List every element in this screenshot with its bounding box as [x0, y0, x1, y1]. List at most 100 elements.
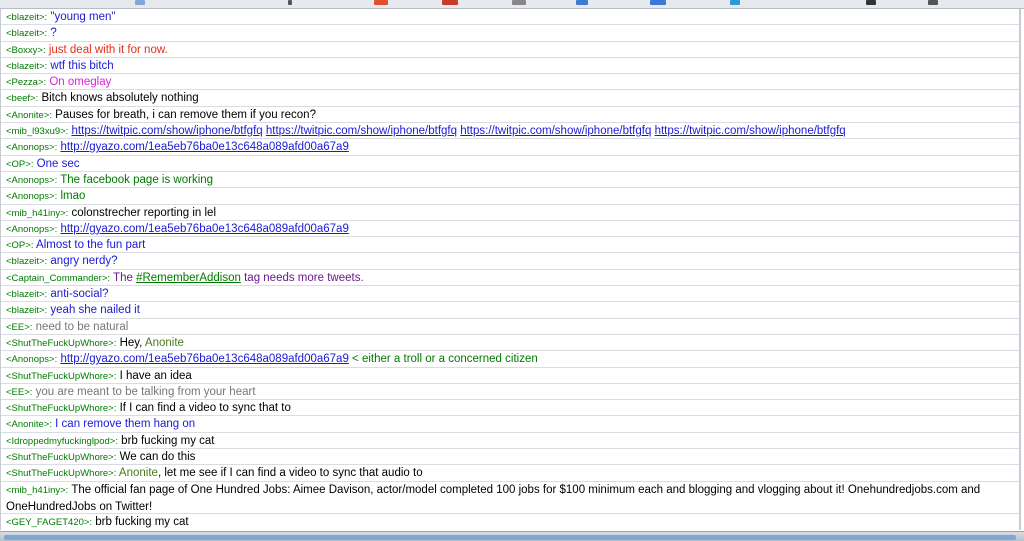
chat-message: <ShutTheFuckUpWhore>: If I can find a vi… — [1, 400, 1019, 417]
toolbar-icon[interactable] — [442, 0, 458, 5]
message-text: need to be natural — [35, 320, 129, 333]
message-nick: <blazeit>: — [6, 60, 48, 72]
hashtag-link[interactable]: #RememberAddison — [136, 272, 241, 284]
nick-mention: Anonite — [144, 336, 184, 349]
chat-message: <mib_h41iny>: colonstrecher reporting in… — [1, 205, 1019, 221]
message-link[interactable]: http://gyazo.com/1ea5eb76ba0e13c648a089a… — [60, 223, 348, 235]
chat-message: <beef>: Bitch knows absolutely nothing — [1, 90, 1019, 107]
chat-message: <Anonops>: lmao — [1, 188, 1019, 205]
message-text: Pauses for breath, i can remove them if … — [55, 108, 316, 121]
message-nick: <mib_l93xu9>: — [6, 126, 69, 138]
message-nick: <Boxxy>: — [6, 44, 46, 56]
toolbar-icon[interactable] — [135, 0, 145, 5]
message-nick: <Anonops>: — [6, 174, 58, 186]
message-text: The official fan page of One Hundred Job… — [6, 483, 981, 513]
chat-log[interactable]: <blazeit>: "young men" <blazeit>: ? <Boxxy… — [0, 9, 1021, 530]
chat-message: <ShutTheFuckUpWhore>: Anonite, let me se… — [1, 465, 1019, 482]
message-nick: <Captain_Commander>: — [6, 272, 111, 284]
chat-message: <mib_h41iny>: The official fan page of O… — [1, 482, 1019, 515]
message-text: The — [113, 271, 137, 284]
chat-message: <Anonops>: http://gyazo.com/1ea5eb76ba0e… — [1, 351, 1019, 368]
chat-message: <Pezza>: On omeglay — [1, 74, 1019, 91]
message-text: Almost to the fun part — [36, 239, 146, 252]
toolbar-icon[interactable] — [650, 0, 666, 5]
message-nick: <Anonops>: — [6, 354, 58, 366]
message-nick: <mib_h41iny>: — [6, 484, 69, 496]
message-nick: <ShutTheFuckUpWhore>: — [6, 468, 117, 480]
message-text: One sec — [36, 157, 80, 170]
message-text: tag needs more tweets. — [240, 271, 364, 284]
toolbar-icon[interactable] — [866, 0, 876, 5]
chat-message: <ShutTheFuckUpWhore>: I have an idea — [1, 368, 1019, 384]
message-text: If I can find a video to sync that to — [119, 402, 291, 415]
message-nick: <blazeit>: — [6, 12, 48, 23]
chat-message: <EE>: you are meant to be talking from y… — [1, 384, 1019, 401]
message-text: just deal with it for now. — [48, 43, 168, 56]
toolbar-icon[interactable] — [730, 0, 740, 5]
chat-message: <EE>: need to be natural — [1, 319, 1019, 335]
message-nick: <Anonite>: — [6, 109, 52, 121]
toolbar-icon[interactable] — [374, 0, 388, 5]
message-text: colonstrecher reporting in lel — [71, 206, 216, 219]
chat-message: <ShutTheFuckUpWhore>: We can do this — [1, 449, 1019, 466]
chat-message: <ShutTheFuckUpWhore>: Hey, Anonite — [1, 335, 1019, 352]
message-nick: <ShutTheFuckUpWhore>: — [6, 337, 117, 349]
chat-message: <Anonops>: http://gyazo.com/1ea5eb76ba0e… — [1, 221, 1019, 238]
message-text: ? — [50, 27, 57, 40]
chat-message: <Idroppedmyfuckinglpod>: brb fucking my … — [1, 433, 1019, 450]
chat-message: <Anonite>: I can remove them hang on — [1, 416, 1019, 433]
toolbar-icon[interactable] — [576, 0, 588, 5]
message-nick: <Idroppedmyfuckinglpod>: — [6, 435, 118, 447]
message-nick: <blazeit>: — [6, 28, 48, 40]
message-nick: <EE>: — [6, 321, 33, 333]
message-link[interactable]: https://twitpic.com/show/iphone/btfgfq — [266, 125, 457, 137]
nick-mention: Anonite — [118, 467, 158, 480]
message-text: I have an idea — [119, 369, 192, 382]
message-text: angry nerdy? — [50, 255, 118, 268]
message-text: lmao — [60, 190, 86, 203]
message-text: < either a troll or a concerned citizen — [348, 353, 538, 366]
message-nick: <EE>: — [6, 386, 33, 398]
message-text: brb fucking my cat — [95, 516, 189, 529]
message-input[interactable] — [4, 535, 1016, 540]
chat-message: <Boxxy>: just deal with it for now. — [1, 42, 1019, 58]
chat-message: <blazeit>: "young men" — [1, 9, 1019, 26]
message-nick: <OP>: — [6, 240, 34, 252]
chat-message: <Anonite>: Pauses for breath, i can remo… — [1, 107, 1019, 124]
message-nick: <Anonops>: — [6, 142, 58, 154]
chat-message: <Captain_Commander>: The #RememberAddiso… — [1, 270, 1019, 287]
message-nick: <blazeit>: — [6, 305, 48, 317]
message-nick: <Anonops>: — [6, 223, 58, 235]
message-nick: <Anonops>: — [6, 191, 58, 203]
chat-message: <blazeit>: angry nerdy? — [1, 253, 1019, 270]
message-text: We can do this — [119, 451, 196, 464]
message-text: Hey, — [119, 336, 145, 349]
toolbar-icon[interactable] — [512, 0, 526, 5]
message-nick: <OP>: — [6, 158, 34, 170]
message-link[interactable]: https://twitpic.com/show/iphone/btfgfq — [72, 125, 263, 137]
message-link[interactable]: https://twitpic.com/show/iphone/btfgfq — [460, 125, 651, 137]
message-nick: <GEY_FAGET420>: — [6, 517, 93, 529]
toolbar-icon[interactable] — [928, 0, 938, 5]
message-nick: <ShutTheFuckUpWhore>: — [6, 403, 117, 415]
message-text: The facebook page is working — [60, 173, 214, 186]
message-text: Bitch knows absolutely nothing — [41, 92, 199, 105]
chat-message: <blazeit>: wtf this bitch — [1, 58, 1019, 75]
toolbar-icon[interactable] — [288, 0, 292, 5]
message-nick: <ShutTheFuckUpWhore>: — [6, 452, 117, 464]
message-text: I can remove them hang on — [55, 418, 196, 431]
message-nick: <ShutTheFuckUpWhore>: — [6, 370, 117, 382]
message-link[interactable]: http://gyazo.com/1ea5eb76ba0e13c648a089a… — [60, 353, 348, 365]
message-nick: <blazeit>: — [6, 256, 48, 268]
chat-message: <blazeit>: ? — [1, 25, 1019, 42]
message-link[interactable]: https://twitpic.com/show/iphone/btfgfq — [655, 125, 846, 137]
message-nick: <blazeit>: — [6, 289, 48, 301]
message-text: On omeglay — [49, 76, 112, 89]
message-link[interactable]: http://gyazo.com/1ea5eb76ba0e13c648a089a… — [60, 141, 348, 153]
chat-message: <OP>: One sec — [1, 156, 1019, 172]
message-text: yeah she nailed it — [50, 304, 140, 317]
top-toolbar-strip — [0, 0, 1024, 9]
message-nick: <Anonite>: — [6, 419, 52, 431]
chat-message: <blazeit>: yeah she nailed it — [1, 302, 1019, 319]
message-nick: <beef>: — [6, 93, 39, 105]
